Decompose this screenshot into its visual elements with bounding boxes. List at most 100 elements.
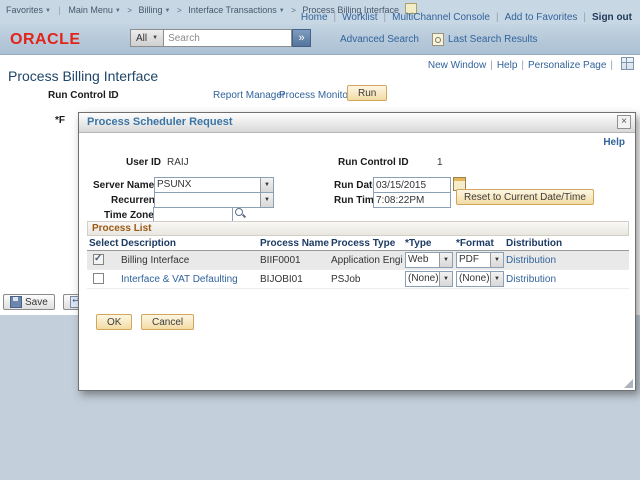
run-button[interactable]: Run bbox=[347, 85, 387, 101]
worklist-link[interactable]: Worklist bbox=[342, 12, 377, 23]
chevron-down-icon[interactable]: ▼ bbox=[490, 272, 503, 286]
chevron-down-icon[interactable]: ▼ bbox=[439, 272, 452, 286]
layout-grid-icon[interactable] bbox=[621, 57, 634, 70]
oracle-header-bar: ORACLE All ▼ » Advanced Search Last Searc… bbox=[0, 24, 640, 55]
type-value: Web bbox=[406, 253, 439, 267]
save-button-label: Save bbox=[25, 297, 48, 308]
breadcrumb-billing[interactable]: Billing▼ bbox=[139, 5, 171, 15]
process-type: PSJob bbox=[329, 270, 403, 289]
chevron-down-icon: ▼ bbox=[45, 8, 51, 14]
last-search-results-icon bbox=[432, 33, 444, 46]
advanced-search-link[interactable]: Advanced Search bbox=[340, 34, 419, 45]
close-icon[interactable]: × bbox=[617, 115, 631, 129]
user-id-label: User ID bbox=[126, 157, 161, 168]
table-row: Billing Interface BIIF0001 Application E… bbox=[87, 251, 629, 270]
process-list-table: Select Description Process Name Process … bbox=[87, 236, 629, 289]
type-value: (None) bbox=[406, 272, 439, 286]
chevron-down-icon[interactable]: ▼ bbox=[490, 253, 503, 267]
process-name: BIIF0001 bbox=[258, 251, 329, 270]
chevron-down-icon[interactable]: ▼ bbox=[260, 193, 273, 207]
server-name-label: Server Name bbox=[93, 180, 154, 191]
server-name-select[interactable]: PSUNX▼ bbox=[154, 177, 274, 193]
format-value: PDF bbox=[457, 253, 490, 267]
last-search-results-link[interactable]: Last Search Results bbox=[448, 34, 538, 45]
lookup-magnifier-icon[interactable] bbox=[234, 207, 246, 219]
run-control-id-label: Run Control ID bbox=[48, 90, 119, 101]
dialog-help-link[interactable]: Help bbox=[603, 137, 625, 148]
col-process-name: Process Name bbox=[258, 236, 329, 251]
search-input[interactable] bbox=[164, 29, 292, 47]
row-select-checkbox[interactable] bbox=[93, 254, 104, 265]
save-disk-icon bbox=[10, 296, 22, 308]
run-date-field[interactable] bbox=[373, 177, 451, 193]
add-to-favorites-link[interactable]: Add to Favorites bbox=[505, 12, 578, 23]
server-name-value: PSUNX bbox=[155, 178, 260, 192]
format-select[interactable]: PDF▼ bbox=[456, 252, 504, 268]
new-window-link[interactable]: New Window bbox=[428, 60, 486, 71]
process-type: Application Engine bbox=[329, 251, 403, 270]
col-description: Description bbox=[119, 236, 258, 251]
recurrence-select[interactable]: ▼ bbox=[154, 192, 274, 208]
table-row: Interface & VAT Defaulting BIJOBI01 PSJo… bbox=[87, 270, 629, 289]
personalize-page-link[interactable]: Personalize Page bbox=[528, 60, 606, 71]
format-select[interactable]: (None)▼ bbox=[456, 271, 504, 287]
format-value: (None) bbox=[457, 272, 490, 286]
process-monitor-link[interactable]: Process Monitor bbox=[279, 90, 351, 101]
search-scope-dropdown[interactable]: All ▼ bbox=[130, 29, 164, 47]
partially-hidden-field-label: *F bbox=[55, 115, 65, 126]
col-type: *Type bbox=[403, 236, 454, 251]
search-go-button[interactable]: » bbox=[292, 29, 311, 47]
row-select-checkbox[interactable] bbox=[93, 273, 104, 284]
breadcrumb-main-menu[interactable]: Main Menu▼ bbox=[68, 5, 120, 15]
separator: | bbox=[334, 12, 337, 23]
run-control-id-value: 1 bbox=[437, 157, 443, 168]
distribution-link[interactable]: Distribution bbox=[506, 255, 556, 266]
oracle-logo: ORACLE bbox=[10, 31, 81, 49]
chevron-down-icon: ▼ bbox=[115, 8, 121, 14]
separator: | bbox=[521, 60, 524, 71]
breadcrumb-favorites[interactable]: Favorites▼ bbox=[6, 5, 51, 15]
cancel-button[interactable]: Cancel bbox=[141, 314, 194, 330]
breadcrumb-label: Favorites bbox=[6, 5, 43, 15]
type-select[interactable]: (None)▼ bbox=[405, 271, 453, 287]
chevron-down-icon: ▼ bbox=[152, 35, 158, 41]
breadcrumb-separator: > bbox=[127, 6, 132, 15]
report-manager-link[interactable]: Report Manager bbox=[213, 90, 285, 101]
page-title: Process Billing Interface bbox=[8, 68, 158, 84]
breadcrumb-separator: > bbox=[291, 6, 296, 15]
chevron-down-icon: ▼ bbox=[165, 8, 171, 14]
col-select: Select bbox=[87, 236, 119, 251]
separator: | bbox=[583, 12, 586, 23]
help-link[interactable]: Help bbox=[497, 60, 518, 71]
type-select[interactable]: Web▼ bbox=[405, 252, 453, 268]
breadcrumb-separator: > bbox=[177, 6, 182, 15]
chevron-down-icon[interactable]: ▼ bbox=[439, 253, 452, 267]
col-distribution: Distribution bbox=[504, 236, 629, 251]
breadcrumb-interface-transactions[interactable]: Interface Transactions▼ bbox=[188, 5, 285, 15]
chevron-down-icon[interactable]: ▼ bbox=[260, 178, 273, 192]
process-list-section-header: Process List bbox=[87, 221, 629, 236]
dialog-title-bar[interactable]: Process Scheduler Request × bbox=[79, 113, 635, 133]
separator: | bbox=[58, 5, 60, 15]
home-link[interactable]: Home bbox=[301, 12, 328, 23]
process-description: Billing Interface bbox=[121, 255, 189, 266]
resize-grip[interactable] bbox=[624, 379, 633, 388]
process-description-link[interactable]: Interface & VAT Defaulting bbox=[121, 274, 238, 285]
reset-date-time-button[interactable]: Reset to Current Date/Time bbox=[456, 189, 594, 205]
run-control-id-label: Run Control ID bbox=[338, 157, 409, 168]
chevron-down-icon: ▼ bbox=[279, 8, 285, 14]
table-header-row: Select Description Process Name Process … bbox=[87, 236, 629, 251]
save-button[interactable]: Save bbox=[3, 294, 55, 310]
ok-button[interactable]: OK bbox=[96, 314, 132, 330]
separator: | bbox=[496, 12, 499, 23]
search-scope-value: All bbox=[136, 33, 147, 44]
breadcrumb-label: Interface Transactions bbox=[188, 5, 277, 15]
col-process-type: Process Type bbox=[329, 236, 403, 251]
global-search-bar: All ▼ » bbox=[130, 29, 311, 47]
breadcrumb-label: Main Menu bbox=[68, 5, 113, 15]
sign-out-link[interactable]: Sign out bbox=[592, 12, 632, 23]
multichannel-console-link[interactable]: MultiChannel Console bbox=[392, 12, 490, 23]
distribution-link[interactable]: Distribution bbox=[506, 274, 556, 285]
separator: | bbox=[384, 12, 387, 23]
run-time-field[interactable] bbox=[373, 192, 451, 208]
